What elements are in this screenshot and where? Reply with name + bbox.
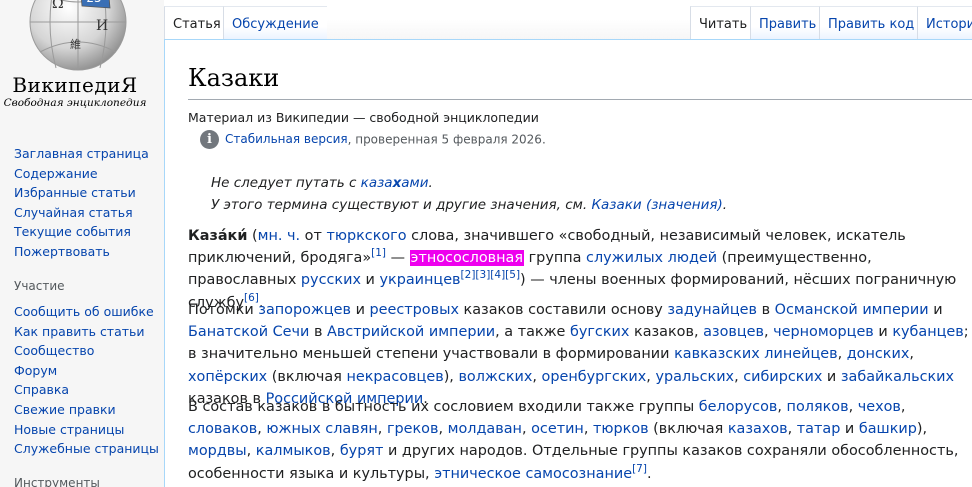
nav-recent-changes[interactable]: Свежие правки bbox=[14, 402, 116, 417]
nav-random[interactable]: Случайная статья bbox=[14, 205, 133, 220]
puzzle-globe-icon: 25 Ω И 維 bbox=[29, 0, 127, 71]
link-ossetians[interactable]: осетин bbox=[531, 421, 584, 437]
main-navigation: Заглавная страница Содержание Избранные … bbox=[14, 144, 149, 262]
article-content: Казаки Материал из Википедии — свободной… bbox=[164, 40, 972, 487]
link-kuban[interactable]: кубанцев bbox=[892, 324, 963, 340]
ref-2[interactable]: [2] bbox=[461, 270, 476, 282]
stable-version-notice: i Стабильная версия, проверенная 5 феврал… bbox=[200, 130, 546, 150]
link-bug[interactable]: бугских bbox=[570, 324, 629, 340]
tab-read[interactable]: Читать bbox=[690, 6, 756, 40]
link-azov[interactable]: азовцев bbox=[703, 324, 764, 340]
link-nekrasovtsy[interactable]: некрасовцев bbox=[346, 369, 443, 385]
wikipedia-logo[interactable]: 25 Ω И 維 ВикипедиЯ Свободная энциклопеди… bbox=[0, 0, 164, 118]
svg-text:25: 25 bbox=[86, 0, 101, 5]
link-russians[interactable]: русских bbox=[301, 272, 361, 288]
participation-heading: Участие bbox=[14, 279, 65, 293]
link-black-sea[interactable]: черноморцев bbox=[773, 324, 874, 340]
participation-navigation: Сообщить об ошибке Как править статьи Со… bbox=[14, 302, 159, 459]
tab-edit-source[interactable]: Править код bbox=[819, 6, 923, 40]
link-buryats[interactable]: бурят bbox=[340, 443, 384, 459]
stable-version-link[interactable]: Стабильная версия bbox=[225, 132, 348, 146]
link-mordva[interactable]: мордвы bbox=[188, 443, 247, 459]
link-service-people[interactable]: служилых людей bbox=[586, 250, 717, 266]
paragraph-composition: В состав казаков в бытность их сословием… bbox=[188, 399, 959, 482]
nav-how-to-edit[interactable]: Как править статьи bbox=[14, 324, 145, 339]
link-volga[interactable]: волжских bbox=[458, 369, 532, 385]
hatnote-kazakhs-link[interactable]: казахами bbox=[361, 175, 429, 191]
link-turkic[interactable]: тюркского bbox=[326, 228, 406, 244]
title-divider bbox=[188, 99, 972, 100]
link-poles[interactable]: поляков bbox=[787, 399, 849, 415]
link-don[interactable]: донских bbox=[847, 346, 910, 362]
logo-tagline: Свободная энциклопедия bbox=[3, 97, 147, 109]
hatnote-disambiguation: У этого термина существуют и другие знач… bbox=[211, 197, 728, 213]
link-belarusians[interactable]: белорусов bbox=[699, 399, 778, 415]
link-czechs[interactable]: чехов bbox=[858, 399, 901, 415]
disambiguation-link[interactable]: Казаки (значения) bbox=[591, 197, 722, 213]
link-kalmyks[interactable]: калмыков bbox=[256, 443, 331, 459]
svg-text:И: И bbox=[96, 18, 108, 34]
link-bashkirs[interactable]: башкир bbox=[859, 421, 917, 437]
site-subtitle: Материал из Википедии — свободной энцикл… bbox=[188, 110, 539, 125]
nav-special-pages[interactable]: Служебные страницы bbox=[14, 441, 159, 456]
svg-text:維: 維 bbox=[70, 38, 81, 51]
link-zaporozhians[interactable]: запорожцев bbox=[258, 302, 351, 318]
nav-new-pages[interactable]: Новые страницы bbox=[14, 422, 124, 437]
ref-3[interactable]: [3] bbox=[475, 270, 490, 282]
nav-current-events[interactable]: Текущие события bbox=[14, 224, 131, 239]
link-kazakhs[interactable]: казахов bbox=[728, 421, 788, 437]
link-transbaikal[interactable]: забайкальских bbox=[841, 369, 954, 385]
link-orenburg[interactable]: оренбургских bbox=[542, 369, 647, 385]
link-tatars[interactable]: татар bbox=[797, 421, 841, 437]
tab-talk[interactable]: Обсуждение bbox=[223, 6, 327, 40]
link-registered[interactable]: реестровых bbox=[370, 302, 459, 318]
link-turks[interactable]: тюрков bbox=[593, 421, 649, 437]
link-moldovans[interactable]: молдаван bbox=[448, 421, 522, 437]
sidebar: 25 Ω И 維 ВикипедиЯ Свободная энциклопеди… bbox=[0, 0, 164, 487]
nav-forum[interactable]: Форум bbox=[14, 363, 57, 378]
link-khoper[interactable]: хопёрских bbox=[188, 369, 267, 385]
link-ukrainians[interactable]: украинцев bbox=[379, 272, 460, 288]
link-south-slavs[interactable]: южных славян bbox=[266, 421, 377, 437]
nav-main-page[interactable]: Заглавная страница bbox=[14, 146, 149, 161]
link-austrian-empire[interactable]: Австрийской империи bbox=[327, 324, 495, 340]
ref-4[interactable]: [4] bbox=[490, 270, 505, 282]
svg-text:Ω: Ω bbox=[52, 0, 64, 12]
link-slovaks[interactable]: словаков bbox=[188, 421, 257, 437]
nav-report-error[interactable]: Сообщить об ошибке bbox=[14, 304, 154, 319]
link-siberian[interactable]: сибирских bbox=[743, 369, 822, 385]
nav-featured[interactable]: Избранные статьи bbox=[14, 185, 136, 200]
nav-contents[interactable]: Содержание bbox=[14, 166, 98, 181]
ref-1[interactable]: [1] bbox=[371, 247, 386, 259]
tools-heading[interactable]: Инструменты bbox=[14, 476, 100, 487]
logo-wordmark: ВикипедиЯ bbox=[12, 73, 138, 97]
nav-community[interactable]: Сообщество bbox=[14, 343, 94, 358]
tab-history[interactable]: Истори bbox=[917, 6, 972, 40]
link-ethno-estate-highlighted[interactable]: этносословная bbox=[409, 250, 525, 267]
ref-7[interactable]: [7] bbox=[632, 463, 647, 475]
link-caucasus-line[interactable]: кавказских линейцев bbox=[674, 346, 838, 362]
link-mn-ch[interactable]: мн. ч. bbox=[258, 228, 301, 244]
ref-5[interactable]: [5] bbox=[505, 270, 520, 282]
link-zadunaitsy[interactable]: задунайцев bbox=[667, 302, 757, 318]
link-ural[interactable]: уральских bbox=[655, 369, 734, 385]
nav-help[interactable]: Справка bbox=[14, 382, 69, 397]
page-tabs: Статья Обсуждение Читать Править Править… bbox=[164, 0, 972, 40]
tab-edit[interactable]: Править bbox=[750, 6, 825, 40]
link-greeks[interactable]: греков bbox=[387, 421, 439, 437]
paragraph-descendants: Потомки запорожцев и реестровых казаков … bbox=[188, 302, 969, 407]
info-icon: i bbox=[200, 130, 219, 149]
hatnote-confusion: Не следует путать с казахами. bbox=[211, 175, 433, 191]
page-title: Казаки bbox=[188, 64, 280, 92]
nav-donate[interactable]: Пожертвовать bbox=[14, 244, 110, 259]
tab-article[interactable]: Статья bbox=[164, 6, 229, 40]
link-banat-sich[interactable]: Банатской Сечи bbox=[188, 324, 309, 340]
link-ethnic-identity[interactable]: этническое самосознание bbox=[434, 466, 632, 482]
link-ottoman-empire[interactable]: Османской империи bbox=[775, 302, 929, 318]
